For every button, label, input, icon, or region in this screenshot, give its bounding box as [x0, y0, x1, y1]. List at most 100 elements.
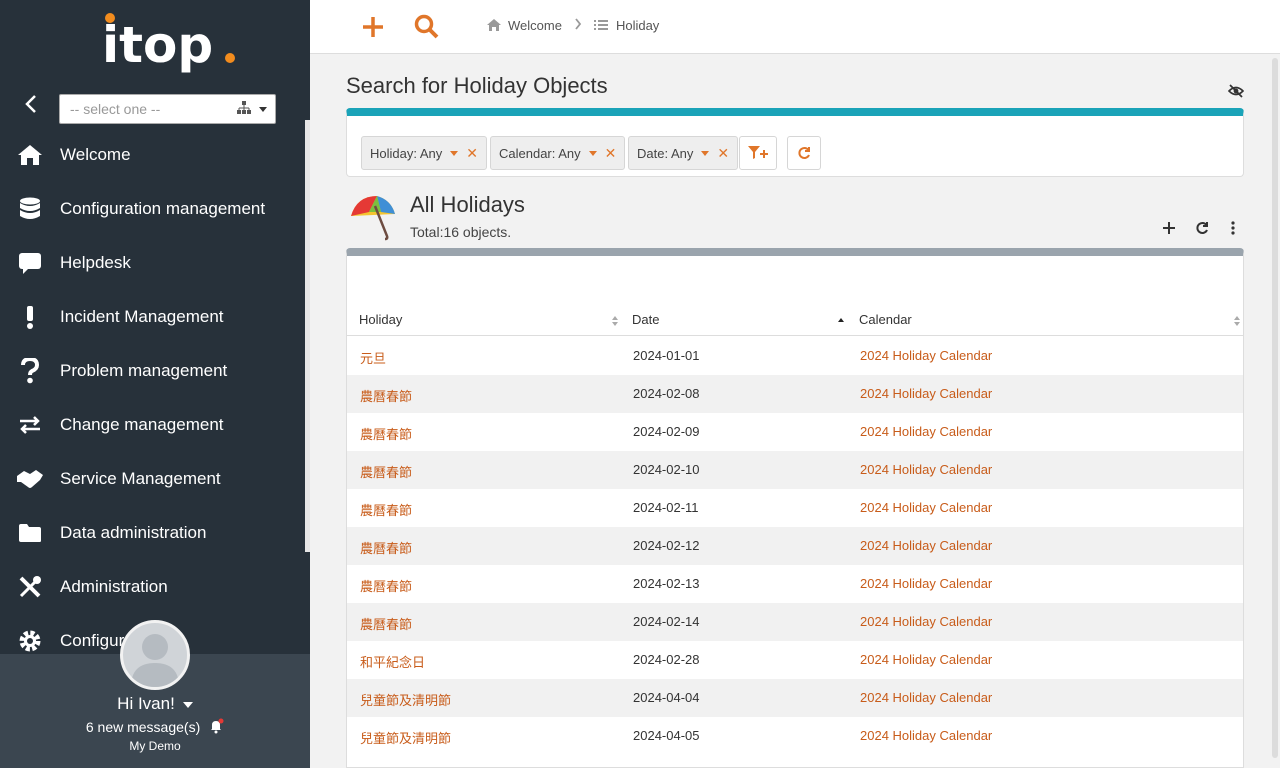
- chevron-down-icon[interactable]: [701, 150, 710, 156]
- holiday-link[interactable]: 農曆春節: [360, 538, 412, 557]
- date-cell: 2024-02-09: [633, 424, 700, 439]
- organization-select-value: -- select one --: [70, 101, 161, 117]
- column-header-holiday[interactable]: Holiday: [359, 304, 402, 336]
- sort-icon[interactable]: [611, 315, 619, 327]
- criterion-date[interactable]: Date: Any ✕: [628, 136, 739, 170]
- avatar[interactable]: [120, 620, 190, 690]
- hide-search-icon[interactable]: [1227, 84, 1245, 103]
- date-cell: 2024-02-13: [633, 576, 700, 591]
- sidebar-scrollbar[interactable]: [305, 120, 310, 552]
- sort-icon[interactable]: [1233, 315, 1241, 327]
- date-cell: 2024-02-28: [633, 652, 700, 667]
- menu-item-change-management[interactable]: Change management: [0, 398, 305, 452]
- holiday-link[interactable]: 農曆春節: [360, 576, 412, 595]
- organization-select[interactable]: -- select one --: [59, 94, 276, 124]
- exchange-icon: [16, 411, 44, 439]
- remove-criterion-icon[interactable]: ✕: [717, 145, 729, 162]
- table-row: 農曆春節 2024-02-14 2024 Holiday Calendar: [347, 603, 1243, 641]
- more-actions-button[interactable]: [1223, 218, 1243, 238]
- chevron-down-icon[interactable]: [588, 150, 597, 156]
- collapse-menu-icon[interactable]: [20, 92, 44, 116]
- hierarchy-icon[interactable]: [237, 101, 251, 118]
- calendar-link[interactable]: 2024 Holiday Calendar: [860, 690, 992, 705]
- add-criterion-button[interactable]: [739, 136, 777, 170]
- scrollbar-thumb[interactable]: [1272, 58, 1278, 758]
- bell-icon[interactable]: [204, 718, 224, 735]
- calendar-link[interactable]: 2024 Holiday Calendar: [860, 614, 992, 629]
- holiday-link[interactable]: 農曆春節: [360, 462, 412, 481]
- messages-text: 6 new message(s): [85, 719, 201, 735]
- menu-item-administration[interactable]: Administration: [0, 560, 305, 614]
- menu-item-configuration-management[interactable]: Configuration management: [0, 182, 305, 236]
- menu-item-label: Incident Management: [60, 307, 224, 326]
- date-cell: 2024-01-01: [633, 348, 700, 363]
- refresh-search-button[interactable]: [787, 136, 821, 170]
- table-row: 和平紀念日 2024-02-28 2024 Holiday Calendar: [347, 641, 1243, 679]
- column-header-label: Date: [632, 312, 660, 327]
- calendar-link[interactable]: 2024 Holiday Calendar: [860, 462, 992, 477]
- criterion-calendar[interactable]: Calendar: Any ✕: [490, 136, 626, 170]
- menu-item-data-administration[interactable]: Data administration: [0, 506, 305, 560]
- holiday-link[interactable]: 農曆春節: [360, 424, 412, 443]
- user-greeting[interactable]: Hi Ivan!: [0, 694, 310, 714]
- new-object-button[interactable]: [358, 12, 388, 42]
- menu-item-label: Data administration: [60, 523, 207, 542]
- remove-criterion-icon[interactable]: ✕: [605, 145, 617, 162]
- breadcrumb-label: Welcome: [508, 18, 562, 33]
- comment-icon: [16, 249, 44, 277]
- table-row: 元旦 2024-01-01 2024 Holiday Calendar: [347, 337, 1243, 375]
- refresh-list-button[interactable]: [1192, 218, 1212, 238]
- list-icon: [593, 20, 608, 30]
- calendar-link[interactable]: 2024 Holiday Calendar: [860, 652, 992, 667]
- sidebar: itop -- select one -- Welcome Configurat…: [0, 0, 310, 768]
- menu-item-helpdesk[interactable]: Helpdesk: [0, 236, 305, 290]
- breadcrumb-item-welcome[interactable]: Welcome: [486, 18, 562, 33]
- chevron-down-icon[interactable]: [259, 107, 267, 112]
- menu-item-label: Configuration management: [60, 199, 266, 218]
- date-cell: 2024-02-10: [633, 462, 700, 477]
- holiday-link[interactable]: 元旦: [360, 348, 386, 367]
- menu-item-incident-management[interactable]: Incident Management: [0, 290, 305, 344]
- calendar-link[interactable]: 2024 Holiday Calendar: [860, 576, 992, 591]
- date-cell: 2024-04-04: [633, 690, 700, 705]
- menu-item-problem-management[interactable]: Problem management: [0, 344, 305, 398]
- date-cell: 2024-02-14: [633, 614, 700, 629]
- menu-item-service-management[interactable]: Service Management: [0, 452, 305, 506]
- calendar-link[interactable]: 2024 Holiday Calendar: [860, 500, 992, 515]
- table-row: 農曆春節 2024-02-12 2024 Holiday Calendar: [347, 527, 1243, 565]
- remove-criterion-icon[interactable]: ✕: [466, 145, 478, 162]
- holiday-link[interactable]: 農曆春節: [360, 614, 412, 633]
- criterion-label: Holiday: Any: [370, 145, 443, 161]
- holiday-link[interactable]: 和平紀念日: [360, 652, 425, 671]
- table-row: 農曆春節 2024-02-10 2024 Holiday Calendar: [347, 451, 1243, 489]
- folder-icon: [16, 519, 44, 547]
- calendar-link[interactable]: 2024 Holiday Calendar: [860, 728, 992, 743]
- holiday-link[interactable]: 兒童節及清明節: [360, 690, 451, 709]
- column-header-label: Calendar: [859, 312, 912, 327]
- breadcrumb-item-holiday[interactable]: Holiday: [593, 18, 659, 33]
- new-messages[interactable]: 6 new message(s): [0, 718, 310, 735]
- column-header-calendar[interactable]: Calendar: [859, 304, 912, 336]
- plus-icon: [363, 17, 383, 37]
- menu-item-welcome[interactable]: Welcome: [0, 128, 305, 182]
- search-button[interactable]: [412, 12, 442, 42]
- itop-logo[interactable]: itop: [100, 10, 240, 82]
- refresh-icon: [798, 147, 810, 159]
- sort-ascending-icon[interactable]: [837, 315, 845, 327]
- add-holiday-button[interactable]: [1159, 218, 1179, 238]
- calendar-link[interactable]: 2024 Holiday Calendar: [860, 348, 992, 363]
- calendar-link[interactable]: 2024 Holiday Calendar: [860, 386, 992, 401]
- calendar-link[interactable]: 2024 Holiday Calendar: [860, 424, 992, 439]
- holiday-link[interactable]: 農曆春節: [360, 500, 412, 519]
- holiday-link[interactable]: 兒童節及清明節: [360, 728, 451, 747]
- chevron-down-icon[interactable]: [450, 150, 459, 156]
- page-scrollbar[interactable]: [1270, 56, 1280, 768]
- calendar-link[interactable]: 2024 Holiday Calendar: [860, 538, 992, 553]
- plus-icon: [1163, 222, 1175, 234]
- chevron-down-icon[interactable]: [182, 701, 193, 708]
- holiday-link[interactable]: 農曆春節: [360, 386, 412, 405]
- criterion-holiday[interactable]: Holiday: Any ✕: [361, 136, 487, 170]
- table-row: 農曆春節 2024-02-08 2024 Holiday Calendar: [347, 375, 1243, 413]
- column-header-date[interactable]: Date: [632, 304, 659, 336]
- breadcrumb: Welcome Holiday: [486, 18, 659, 33]
